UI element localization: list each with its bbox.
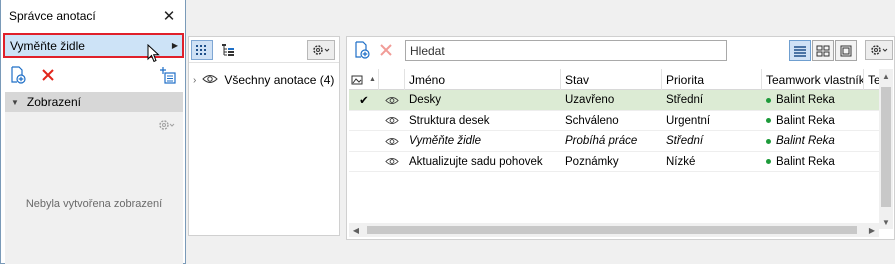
owner-status-dot [766,118,771,123]
row-priority: Urgentní [666,114,711,127]
views-section-header[interactable]: ▼ Zobrazení [5,92,183,112]
row-owner-name: Balint Reka [776,155,835,168]
annotation-tree-pane: › Všechny anotace (4) [188,36,340,236]
scrollbar-thumb[interactable] [367,226,857,234]
delete-icon[interactable] [377,41,395,59]
scroll-up-icon[interactable]: ▲ [879,69,893,83]
tree-settings-button[interactable] [307,40,335,60]
eye-icon[interactable] [379,111,405,131]
list-toolbar [347,37,894,65]
owner-status-dot [766,138,771,144]
annotation-table: ▲ Jméno Stav Priorita Teamwork vlastník … [349,69,882,172]
row-status: Uzavřeno [565,94,615,106]
row-priority: Nízké [666,155,696,168]
column-header-priority[interactable]: Priorita [662,69,762,90]
close-icon[interactable]: ✕ [161,8,177,25]
panel-title: Správce anotací [9,9,96,23]
table-row[interactable]: Aktualizujte sadu pohovek Poznámky Nízké… [349,152,882,172]
column-header-status[interactable]: Stav [561,69,662,90]
annotation-selector-label: Vyměňte židle [10,38,85,53]
table-header: ▲ Jméno Stav Priorita Teamwork vlastník … [349,69,882,90]
row-owner-name: Balint Reka [776,114,835,127]
views-section-label: Zobrazení [26,95,81,109]
gear-icon [155,116,177,134]
row-owner: Balint Reka [762,111,864,131]
chevron-down-icon: ▼ [11,97,19,107]
row-status: Probíhá práce [565,135,638,147]
annotation-manager-panel: Správce anotací ✕ Vyměňte židle ▶ ▼ Zobr… [0,0,186,264]
tree-view-button[interactable] [217,40,239,60]
tree-item-label: Všechny anotace (4) [224,73,335,87]
row-name: Vyměňte židle [409,135,482,147]
grid-view-button[interactable] [191,40,213,60]
row-owner: Balint Reka [762,131,864,151]
row-owner: Balint Reka [762,152,864,172]
add-annotation-icon[interactable] [353,41,371,59]
list-view-button[interactable] [789,40,811,61]
owner-status-dot [766,159,771,164]
column-header-visibility[interactable] [379,69,405,90]
vertical-scrollbar[interactable]: ▲ ▼ [879,69,893,229]
owner-status-dot [766,97,771,103]
tree-item-all-annotations[interactable]: › Všechny anotace (4) [193,73,334,87]
chevron-right-icon[interactable]: › [193,75,196,86]
row-owner-name: Balint Reka [776,135,835,147]
scroll-down-icon[interactable]: ▼ [879,215,893,229]
row-owner-name: Balint Reka [776,94,835,106]
row-priority: Střední [666,135,704,147]
eye-icon[interactable] [379,131,405,151]
view-column-icon [351,75,363,84]
table-row[interactable]: ✔ Desky Uzavřeno Střední Balint Reka [349,90,882,111]
search-input[interactable] [405,40,727,61]
eye-icon[interactable] [202,73,219,87]
scroll-left-icon[interactable]: ◀ [349,223,363,237]
table-row[interactable]: Struktura desek Schváleno Urgentní Balin… [349,111,882,131]
panel-titlebar: Správce anotací ✕ [1,0,185,32]
active-check-icon [349,152,379,172]
panel-toolbar [5,64,183,86]
row-status: Poznámky [565,155,619,168]
row-status: Schváleno [565,114,619,127]
column-header-name[interactable]: Jméno [405,69,561,90]
row-priority: Střední [666,94,704,106]
add-view-icon[interactable] [9,66,27,84]
list-settings-button[interactable] [865,40,893,60]
row-name: Aktualizujte sadu pohovek [409,155,543,168]
delete-icon[interactable] [39,66,57,84]
eye-icon[interactable] [379,90,405,110]
row-name: Struktura desek [409,114,490,127]
row-name: Desky [409,94,441,106]
single-view-button[interactable] [835,40,857,61]
scrollbar-thumb[interactable] [881,87,891,207]
column-header-owner[interactable]: Teamwork vlastník [762,69,864,90]
active-check-icon: ✔ [359,95,369,107]
table-row[interactable]: Vyměňte židle Probíhá práce Střední Bali… [349,131,882,152]
chevron-right-icon: ▶ [171,41,178,50]
row-owner: Balint Reka [762,90,864,110]
tree-toolbar [189,37,339,63]
sort-ascending-icon: ▲ [369,76,376,83]
tile-view-button[interactable] [812,40,834,61]
annotation-list-pane: ▲ Jméno Stav Priorita Teamwork vlastník … [346,36,895,240]
active-check-icon [349,111,379,131]
eye-icon[interactable] [379,152,405,172]
view-settings-icon[interactable] [159,66,177,84]
horizontal-scrollbar[interactable]: ◀ ▶ [349,223,879,237]
scroll-right-icon[interactable]: ▶ [865,223,879,237]
column-header-view[interactable]: ▲ [349,69,379,90]
empty-views-message: Nebyla vytvořena zobrazení [25,198,163,210]
active-check-icon [349,131,379,151]
views-list: Nebyla vytvořena zobrazení [5,112,183,264]
mouse-cursor-icon [147,44,160,63]
